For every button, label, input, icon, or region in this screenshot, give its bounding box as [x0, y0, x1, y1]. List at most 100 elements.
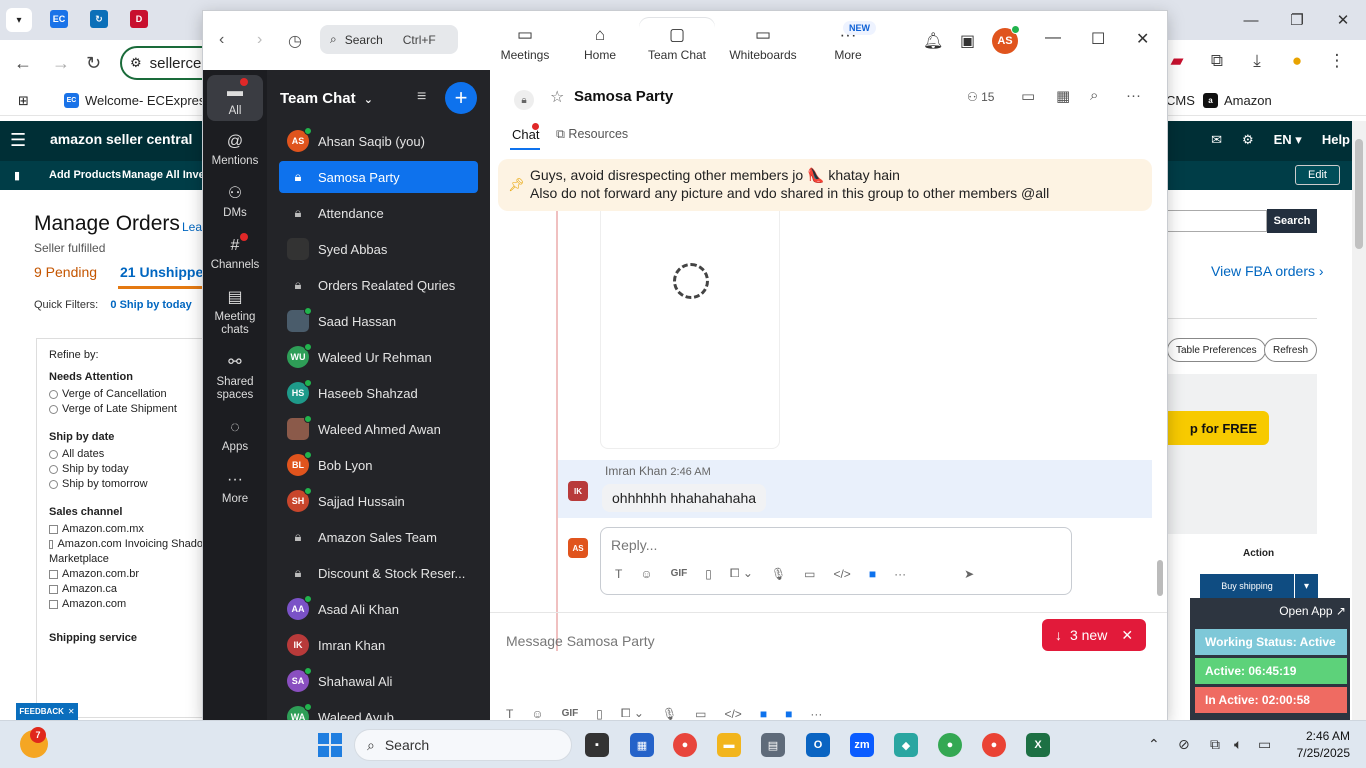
- bell-icon[interactable]: 🔔︎: [923, 31, 943, 51]
- reload-icon[interactable]: ↻: [86, 53, 101, 74]
- volume-icon[interactable]: 🔈︎: [1234, 736, 1242, 753]
- chat-list-item[interactable]: BL Bob Lyon: [279, 449, 478, 481]
- display-icon[interactable]: ⧉: [1210, 736, 1220, 753]
- manage-inventory-link[interactable]: Manage All Invent: [122, 169, 215, 181]
- chat-list-item[interactable]: 🔒︎ Amazon Sales Team: [279, 521, 478, 553]
- orders-search-input[interactable]: [1167, 210, 1267, 232]
- edit-nav-button[interactable]: Edit: [1295, 165, 1340, 185]
- minimize-icon[interactable]: —: [1228, 0, 1274, 40]
- filter-option[interactable]: Ship by tomorrow: [49, 478, 203, 490]
- reply-input[interactable]: Reply... T ☺ GIF ▯ ⧠ ⌄ 🎙︎ ▭ </> ■ ··· ➤: [600, 527, 1072, 595]
- file-icon[interactable]: ▯: [705, 567, 712, 581]
- bookmark-cms[interactable]: CMS: [1166, 93, 1195, 108]
- start-windows-icon[interactable]: [318, 733, 342, 757]
- tab-favicon[interactable]: ↻: [90, 10, 108, 28]
- hamburger-menu-icon[interactable]: ☰: [10, 130, 26, 151]
- apps-grid-icon[interactable]: ⊞: [18, 93, 29, 109]
- chat-list-item[interactable]: AA Asad Ali Khan: [279, 593, 478, 625]
- free-signup-button[interactable]: p for FREE: [1157, 411, 1269, 445]
- text-format-icon[interactable]: T: [615, 567, 622, 581]
- code-icon[interactable]: </>: [833, 567, 850, 581]
- channel-title[interactable]: Samosa Party: [574, 88, 673, 105]
- message-composer[interactable]: Message Samosa Party: [506, 633, 655, 649]
- avatar[interactable]: [287, 415, 312, 440]
- calculator-icon[interactable]: ▤: [761, 733, 785, 757]
- send-icon[interactable]: ➤: [964, 567, 974, 581]
- network-icon[interactable]: ⊘: [1178, 736, 1190, 753]
- rail-shared-spaces[interactable]: ⚯ Shared spaces: [207, 354, 263, 402]
- chat-list-item[interactable]: 🔒︎ Samosa Party: [279, 161, 478, 193]
- forward-icon[interactable]: ›: [257, 31, 262, 49]
- chat-list-item[interactable]: Syed Abbas: [279, 233, 478, 265]
- tab-search-button[interactable]: ▾: [6, 8, 32, 32]
- avatar[interactable]: [287, 307, 312, 332]
- screenshot-icon[interactable]: ⧠ ⌄: [621, 706, 644, 720]
- gif-icon[interactable]: GIF: [671, 568, 688, 579]
- chrome-profile-icon[interactable]: ●: [938, 733, 962, 757]
- file-viewer-app-icon[interactable]: ▪: [585, 733, 609, 757]
- store-app-icon[interactable]: ▦: [630, 733, 654, 757]
- history-icon[interactable]: ◷: [288, 31, 302, 51]
- bookmark-amazon[interactable]: a Amazon: [1203, 93, 1272, 108]
- video-message-icon[interactable]: ▭: [695, 707, 706, 721]
- chat-list-item[interactable]: WA Waleed Ayub: [279, 701, 478, 720]
- filter-option[interactable]: All dates: [49, 448, 203, 460]
- video-icon[interactable]: ▭: [1021, 87, 1035, 105]
- search-icon[interactable]: ⌕: [1090, 87, 1098, 104]
- filter-option[interactable]: Ship by today: [49, 463, 203, 475]
- file-explorer-icon[interactable]: ▬: [717, 733, 741, 757]
- screenshot-icon[interactable]: ⧠ ⌄: [730, 566, 753, 581]
- member-count[interactable]: ⚇ 15: [967, 90, 994, 104]
- tab-favicon[interactable]: D: [130, 10, 148, 28]
- more-tools-icon[interactable]: ···: [810, 707, 822, 721]
- chrome-app-icon[interactable]: ●: [673, 733, 697, 757]
- clock[interactable]: 2:46 AM 7/25/2025: [1290, 728, 1350, 762]
- add-products-link[interactable]: Add Products: [49, 169, 121, 181]
- new-messages-button[interactable]: ↓ 3 new ✕: [1042, 619, 1146, 651]
- seller-central-logo[interactable]: amazon seller central: [50, 131, 192, 147]
- close-icon[interactable]: ✕: [1136, 29, 1149, 49]
- tab-favicon[interactable]: EC: [50, 10, 68, 28]
- zoom-app-icon[interactable]: zm: [850, 733, 874, 757]
- chrome-profile-icon[interactable]: ●: [982, 733, 1006, 757]
- taskbar-search[interactable]: ⌕ Search: [354, 729, 572, 761]
- table-preferences-button[interactable]: Table Preferences: [1167, 338, 1266, 362]
- chevron-down-icon[interactable]: ▾: [1294, 574, 1318, 598]
- chat-list-item[interactable]: SA Shahawal Ali: [279, 665, 478, 697]
- close-icon[interactable]: ✕: [1121, 627, 1133, 644]
- edge-app-icon[interactable]: ◆: [894, 733, 918, 757]
- tab-pending[interactable]: 9 Pending: [34, 264, 97, 280]
- app-icon[interactable]: ■: [760, 707, 767, 721]
- rail-meeting-chats[interactable]: ▤ Meeting chats: [207, 289, 263, 337]
- filter-option[interactable]: Amazon.com.br: [49, 568, 203, 580]
- back-icon[interactable]: ‹: [219, 31, 224, 49]
- tab-meetings[interactable]: ▭ Meetings: [488, 18, 562, 70]
- chat-list-item[interactable]: Saad Hassan: [279, 305, 478, 337]
- back-icon[interactable]: ←: [14, 53, 32, 74]
- microphone-icon[interactable]: 🎙︎: [662, 707, 677, 721]
- close-icon[interactable]: ✕: [1320, 0, 1366, 40]
- tab-team-chat[interactable]: ▢ Team Chat: [639, 18, 715, 70]
- avatar[interactable]: HS: [287, 379, 312, 404]
- tab-unshipped[interactable]: 21 Unshipped: [120, 264, 212, 280]
- quick-filter-ship-today[interactable]: 0 Ship by today: [110, 299, 191, 311]
- open-app-link[interactable]: Open App ↗: [1279, 604, 1346, 618]
- rail-apps[interactable]: ◌ Apps: [207, 419, 263, 453]
- excel-icon[interactable]: X: [1026, 733, 1050, 757]
- chevron-up-icon[interactable]: ⌃: [1148, 736, 1160, 753]
- help-link[interactable]: Help: [1322, 132, 1350, 148]
- avatar[interactable]: IK: [287, 634, 309, 656]
- app-icon[interactable]: ■: [869, 567, 876, 581]
- restore-icon[interactable]: ❐: [1274, 0, 1320, 40]
- avatar[interactable]: WA: [287, 703, 312, 720]
- pinned-message[interactable]: 📌︎ Guys, avoid disrespecting other membe…: [498, 159, 1152, 211]
- more-tools-icon[interactable]: ···: [894, 567, 906, 581]
- message-item[interactable]: IK Imran Khan 2:46 AM ohhhhhh hhahahahah…: [558, 460, 1152, 518]
- close-icon[interactable]: ✕: [68, 707, 75, 716]
- buy-shipping-button[interactable]: Buy shipping: [1200, 574, 1294, 598]
- emoji-icon[interactable]: ☺: [531, 707, 543, 721]
- avatar[interactable]: [287, 238, 309, 260]
- text-format-icon[interactable]: T: [506, 707, 513, 721]
- minimize-icon[interactable]: —: [1045, 29, 1061, 47]
- pdf-extension-icon[interactable]: ▰: [1166, 50, 1188, 72]
